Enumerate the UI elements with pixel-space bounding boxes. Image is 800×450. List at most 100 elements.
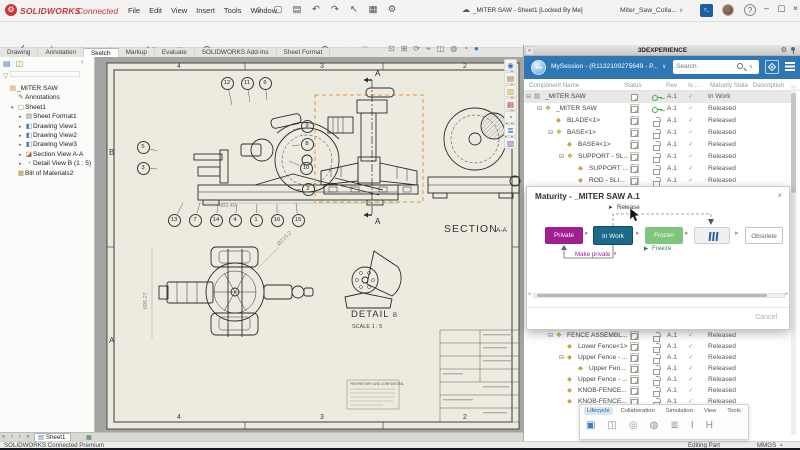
action-tab-view[interactable]: View — [701, 407, 719, 415]
menu-insert[interactable]: Insert — [196, 6, 215, 15]
component-row[interactable]: ⊟❖SUPPORT - SL...A.1✓Released — [524, 151, 794, 163]
session-title[interactable]: MySession - (R1132100275649 - P... — [551, 63, 666, 70]
tree-item-bill-of-materials2[interactable]: ▦Bill of Materials2 — [0, 169, 95, 178]
panel-scrollbar[interactable] — [791, 85, 796, 435]
tab-drawing[interactable]: Drawing — [0, 48, 38, 57]
action-tab-lifecycle[interactable]: Lifecycle — [584, 407, 613, 415]
cancel-button[interactable]: Cancel — [755, 314, 777, 321]
close-icon[interactable]: × — [777, 191, 782, 200]
gear-icon[interactable]: ⚙ — [781, 46, 787, 55]
view-orientation-icon[interactable]: ⌖ — [426, 44, 431, 54]
add-sheet-icon[interactable]: ▦ — [86, 434, 92, 441]
redo-icon[interactable]: ↷ — [329, 4, 341, 15]
drawing-graphics-area[interactable]: 983.49 — [95, 57, 523, 432]
undo-icon[interactable]: ↶ — [310, 4, 322, 15]
taskpane-3dexperience-icon[interactable]: ◉ — [504, 59, 517, 71]
column-header-component-name[interactable]: Component Name — [529, 82, 579, 89]
make-private-transition-label[interactable]: Make private — [575, 251, 610, 258]
tree-item-drawing-view3[interactable]: ▸◧Drawing View3 — [0, 140, 95, 149]
freeze-transition-label[interactable]: Freeze — [652, 245, 671, 252]
collapse-panel-icon[interactable]: « — [525, 46, 534, 55]
tree-filter[interactable]: ▽ — [3, 71, 80, 80]
feature-tree-tab-icon[interactable]: ▤ — [3, 59, 11, 68]
expand-panel-icon[interactable]: › — [81, 59, 83, 66]
column-header-description[interactable]: Description — [753, 82, 784, 89]
hide-show-icon[interactable]: ◍ — [450, 44, 457, 54]
revisions-icon[interactable]: ◫ — [607, 420, 616, 431]
collab-space-dropdown[interactable]: Miter_Saw_Colla...∨ — [620, 7, 683, 14]
action-tab-simulation[interactable]: Simulation — [663, 407, 696, 415]
tree-item-annotations[interactable]: ✎Annotations — [0, 93, 95, 102]
print-icon[interactable]: ▤ — [291, 4, 303, 15]
tree-item-section-view-a-a[interactable]: ▸◪Section View A-A — [0, 150, 95, 159]
component-row[interactable]: ◆SUPPORT ...A.1✓Released — [524, 163, 794, 175]
explore-icon[interactable]: ◎ — [629, 420, 638, 431]
taskpane-custom-properties-icon[interactable]: ≣ — [504, 124, 517, 136]
menu-tools[interactable]: Tools — [224, 6, 242, 15]
menu-file[interactable]: File — [128, 6, 140, 15]
expander-icon[interactable]: ⊟ — [548, 127, 553, 139]
rotate-view-icon[interactable]: ⟳ — [413, 44, 420, 54]
user-avatar[interactable] — [722, 4, 734, 16]
view-settings-icon[interactable]: ◔ — [463, 44, 468, 54]
taskpane-view-palette-icon[interactable]: ▦ — [504, 98, 517, 110]
taskpane-file-explorer-icon[interactable]: ▨ — [504, 85, 517, 97]
tab-annotation[interactable]: Annotation — [38, 48, 84, 57]
expander-icon[interactable]: ⊟ — [559, 151, 564, 163]
column-header-is-[interactable]: Is ... — [688, 82, 700, 89]
options-icon[interactable]: ⚙ — [386, 4, 398, 15]
maturity-state-private[interactable]: Private — [545, 227, 583, 244]
dialog-horizontal-scrollbar[interactable] — [533, 293, 785, 298]
expander-icon[interactable]: ⊟ — [537, 103, 542, 115]
release-transition-label[interactable]: Release — [617, 204, 640, 211]
component-row[interactable]: ◆BASE4<1>A.1✓Released — [524, 139, 794, 151]
column-header-maturity-state[interactable]: Maturity State — [710, 82, 748, 89]
appearance-sphere-icon[interactable]: ● — [474, 44, 479, 54]
taskpane-design-library-icon[interactable]: ▤ — [504, 72, 517, 84]
scroll-right-icon[interactable]: ▸ — [785, 291, 788, 297]
tree-item-sheet-format1[interactable]: ▸▤Sheet Format1 — [0, 112, 95, 121]
scrollbar-thumb[interactable] — [791, 93, 796, 193]
component-row[interactable]: ◆BLADE<1>A.1✓Released — [524, 115, 794, 127]
explore-lifecycle-icon[interactable]: ▣ — [586, 420, 595, 431]
maturity-state-frozen[interactable]: Frozen — [645, 227, 683, 244]
sheet-nav-buttons[interactable]: « ‹ › » — [2, 434, 32, 440]
tree-item-sheet1[interactable]: ▾▢Sheet1 — [0, 103, 95, 112]
component-row[interactable]: ⊟❖BASE<1>A.1✓Released — [524, 127, 794, 139]
zoom-fit-icon[interactable]: ⊡ — [388, 44, 395, 54]
dialog-scrollbar-thumb[interactable] — [537, 294, 767, 297]
chevron-down-icon[interactable]: ∨ — [662, 63, 666, 70]
taskpane-appearances-icon[interactable]: ◔ — [504, 111, 517, 123]
scroll-left-icon[interactable]: ◂ — [528, 291, 531, 297]
new-document-icon[interactable]: ▢ — [272, 4, 284, 15]
home-icon[interactable]: ⌂ — [253, 4, 265, 15]
list-view-icon[interactable]: ≣ — [670, 420, 678, 431]
tree-item--miter-saw[interactable]: ▤_MITER SAW — [0, 84, 95, 93]
tab-sketch[interactable]: Sketch — [84, 48, 119, 57]
restore-button[interactable]: ▢ — [775, 3, 788, 14]
component-row[interactable]: ⊟▤_MITER SAWA.1✓In Work — [524, 91, 794, 103]
close-button[interactable]: × — [789, 3, 800, 13]
globe-icon[interactable]: ◍ — [650, 420, 659, 431]
zoom-area-icon[interactable]: ⊞ — [401, 44, 408, 54]
hamburger-menu-icon[interactable] — [785, 62, 795, 64]
appearance-icon[interactable]: ▦ — [367, 4, 379, 15]
maturity-state-in-work[interactable]: In Work — [593, 226, 633, 245]
expander-icon[interactable]: ⊟ — [526, 91, 531, 103]
pin-icon[interactable] — [790, 47, 796, 54]
action-tab-collaboration[interactable]: Collaboration — [618, 407, 658, 415]
favorites-heart-icon[interactable]: ♡ — [739, 407, 744, 414]
tree-item-drawing-view1[interactable]: ▸◧Drawing View1 — [0, 122, 95, 131]
select-icon[interactable]: ↖ — [348, 4, 360, 15]
tag-icon[interactable] — [765, 60, 779, 74]
help-button[interactable]: ? — [744, 4, 756, 16]
maturity-state-obsolete[interactable]: Obsolete — [745, 227, 783, 244]
launcher-icon[interactable]: >_ — [700, 4, 713, 17]
menu-view[interactable]: View — [171, 6, 187, 15]
tab-evaluate[interactable]: Evaluate — [155, 48, 195, 57]
display-style-icon[interactable]: ◫ — [437, 44, 445, 54]
taskpane-forum-icon[interactable]: ▧ — [504, 137, 517, 149]
tree-item-drawing-view2[interactable]: ▸◧Drawing View2 — [0, 131, 95, 140]
compass-icon[interactable] — [531, 60, 546, 75]
search-input[interactable] — [676, 61, 734, 72]
